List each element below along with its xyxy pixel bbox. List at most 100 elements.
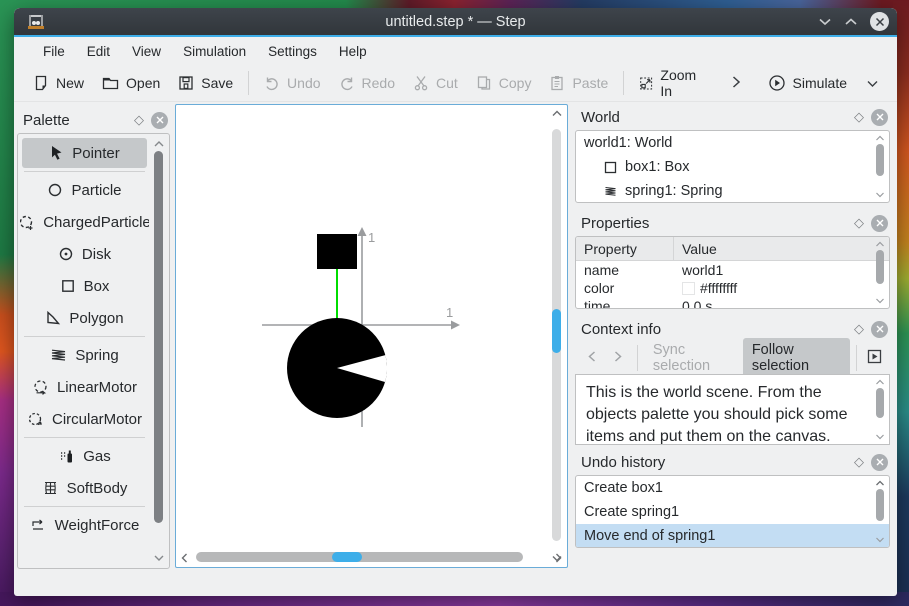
property-column-header[interactable]: Property xyxy=(576,237,674,260)
palette-item-chargedparticle[interactable]: ChargedParticle xyxy=(20,207,149,237)
value-column-header[interactable]: Value xyxy=(674,237,725,260)
property-row-name[interactable]: name world1 xyxy=(576,261,889,279)
world-tree-item-world1[interactable]: world1: World xyxy=(576,131,889,155)
palette-scrollbar-thumb[interactable] xyxy=(154,151,163,523)
charged-particle-icon xyxy=(20,215,33,230)
paste-icon xyxy=(551,76,564,91)
world-float-icon[interactable]: ◇ xyxy=(854,109,864,125)
context-float-icon[interactable]: ◇ xyxy=(854,321,864,337)
properties-scrollbar[interactable] xyxy=(872,239,888,306)
properties-scrollbar-thumb[interactable] xyxy=(876,250,884,284)
palette-separator xyxy=(24,336,145,337)
toolbar-overflow-chevron-icon[interactable] xyxy=(713,75,759,92)
box-icon xyxy=(604,161,617,173)
gas-icon xyxy=(61,450,73,462)
palette-item-softbody[interactable]: SoftBody xyxy=(22,473,147,503)
palette-close-icon[interactable] xyxy=(151,111,168,129)
palette-item-box[interactable]: Box xyxy=(22,271,147,301)
palette-item-gas[interactable]: Gas xyxy=(22,441,147,471)
context-text-area: This is the world scene. From the object… xyxy=(575,374,890,445)
context-panel-title: Context info xyxy=(581,320,662,338)
canvas-vertical-scrollbar-thumb[interactable] xyxy=(552,309,561,353)
canvas-horizontal-scrollbar-thumb[interactable] xyxy=(332,552,362,562)
undo-history-panel: Undo history ◇ Create box1 Create spring… xyxy=(575,449,890,548)
undo-button[interactable]: Undo xyxy=(255,68,329,98)
context-scrollbar[interactable] xyxy=(872,377,888,442)
close-icon[interactable] xyxy=(870,12,889,31)
palette-item-disk[interactable]: Disk xyxy=(22,239,147,269)
menu-help[interactable]: Help xyxy=(328,44,378,59)
palette-separator xyxy=(24,506,145,507)
undo-icon xyxy=(266,77,278,91)
paste-button[interactable]: Paste xyxy=(540,68,617,98)
context-toolbar: Sync selection Follow selection xyxy=(575,338,890,378)
palette-item-particle[interactable]: Particle xyxy=(22,175,147,205)
palette-float-icon[interactable]: ◇ xyxy=(134,112,144,128)
world-tree-item-spring1[interactable]: spring1: Spring xyxy=(576,179,889,202)
context-close-icon[interactable] xyxy=(871,320,888,338)
titlebar[interactable]: untitled.step * — Step xyxy=(14,8,897,35)
undo-panel-title: Undo history xyxy=(581,453,666,471)
undo-scrollbar-thumb[interactable] xyxy=(876,489,884,521)
redo-icon xyxy=(340,77,353,91)
open-in-browser-icon[interactable] xyxy=(863,347,886,370)
box1-object xyxy=(317,234,357,269)
palette-item-pointer[interactable]: Pointer xyxy=(22,138,147,168)
copy-icon xyxy=(477,76,490,90)
undo-history-list: Create box1 Create spring1 Move end of s… xyxy=(575,475,890,548)
copy-button[interactable]: Copy xyxy=(467,68,541,98)
zoom-in-button[interactable]: Zoom In xyxy=(630,67,712,99)
context-back-icon[interactable] xyxy=(579,346,605,371)
world-tree-item-box1[interactable]: box1: Box xyxy=(576,155,889,179)
world-scrollbar[interactable] xyxy=(872,133,888,200)
cut-button[interactable]: Cut xyxy=(404,68,467,98)
undo-float-icon[interactable]: ◇ xyxy=(854,454,864,470)
canvas-horizontal-scrollbar[interactable] xyxy=(180,550,562,564)
palette-item-circularmotor[interactable]: CircularMotor xyxy=(22,404,147,434)
context-scrollbar-thumb[interactable] xyxy=(876,388,884,418)
new-button[interactable]: New xyxy=(24,68,93,98)
maximize-icon[interactable] xyxy=(844,17,858,26)
canvas-vertical-scrollbar[interactable] xyxy=(550,109,564,562)
context-forward-icon[interactable] xyxy=(605,346,631,371)
palette-item-linearmotor[interactable]: LinearMotor xyxy=(22,372,147,402)
step-app-window: untitled.step * — Step File Edit View Si… xyxy=(14,8,897,596)
spring-icon xyxy=(52,349,66,361)
context-help-text: This is the world scene. From the object… xyxy=(586,384,848,445)
simulate-button[interactable]: Simulate xyxy=(759,68,856,98)
y-axis-tick-label: 1 xyxy=(368,230,375,245)
undo-close-icon[interactable] xyxy=(871,453,888,471)
minimize-icon[interactable] xyxy=(818,17,832,26)
new-file-icon xyxy=(35,75,47,91)
palette-item-weightforce[interactable]: WeightForce xyxy=(22,510,147,540)
softbody-icon xyxy=(44,481,56,495)
open-button[interactable]: Open xyxy=(93,68,169,98)
properties-float-icon[interactable]: ◇ xyxy=(854,215,864,231)
menu-file[interactable]: File xyxy=(32,44,76,59)
undo-item-create-spring1[interactable]: Create spring1 xyxy=(576,500,889,524)
menu-view[interactable]: View xyxy=(121,44,172,59)
palette-scrollbar[interactable] xyxy=(150,136,167,566)
property-row-time[interactable]: time 0.0 s xyxy=(576,297,889,308)
simulate-dropdown-chevron-icon[interactable] xyxy=(856,75,887,91)
palette-item-spring[interactable]: Spring xyxy=(22,340,147,370)
redo-button[interactable]: Redo xyxy=(330,68,404,98)
undo-item-create-box1[interactable]: Create box1 xyxy=(576,476,889,500)
palette-item-polygon[interactable]: Polygon xyxy=(22,303,147,333)
menu-edit[interactable]: Edit xyxy=(76,44,121,59)
world-close-icon[interactable] xyxy=(871,108,888,126)
window-title: untitled.step * — Step xyxy=(385,13,526,30)
follow-selection-button[interactable]: Follow selection xyxy=(742,338,851,378)
sync-selection-button[interactable]: Sync selection xyxy=(644,338,743,378)
right-dock-column: World ◇ world1: World box1: Box spring1:… xyxy=(575,104,890,554)
world-scene-canvas[interactable]: 1 1 xyxy=(175,104,568,568)
menu-simulation[interactable]: Simulation xyxy=(172,44,257,59)
undo-item-move-end-of-spring1[interactable]: Move end of spring1 xyxy=(576,524,889,547)
save-button[interactable]: Save xyxy=(169,68,242,98)
properties-close-icon[interactable] xyxy=(871,214,888,232)
world-scrollbar-thumb[interactable] xyxy=(876,144,884,176)
world-tree: world1: World box1: Box spring1: Spring xyxy=(575,130,890,203)
property-row-color[interactable]: color #ffffffff xyxy=(576,279,889,297)
menu-settings[interactable]: Settings xyxy=(257,44,328,59)
undo-scrollbar[interactable] xyxy=(872,478,888,545)
